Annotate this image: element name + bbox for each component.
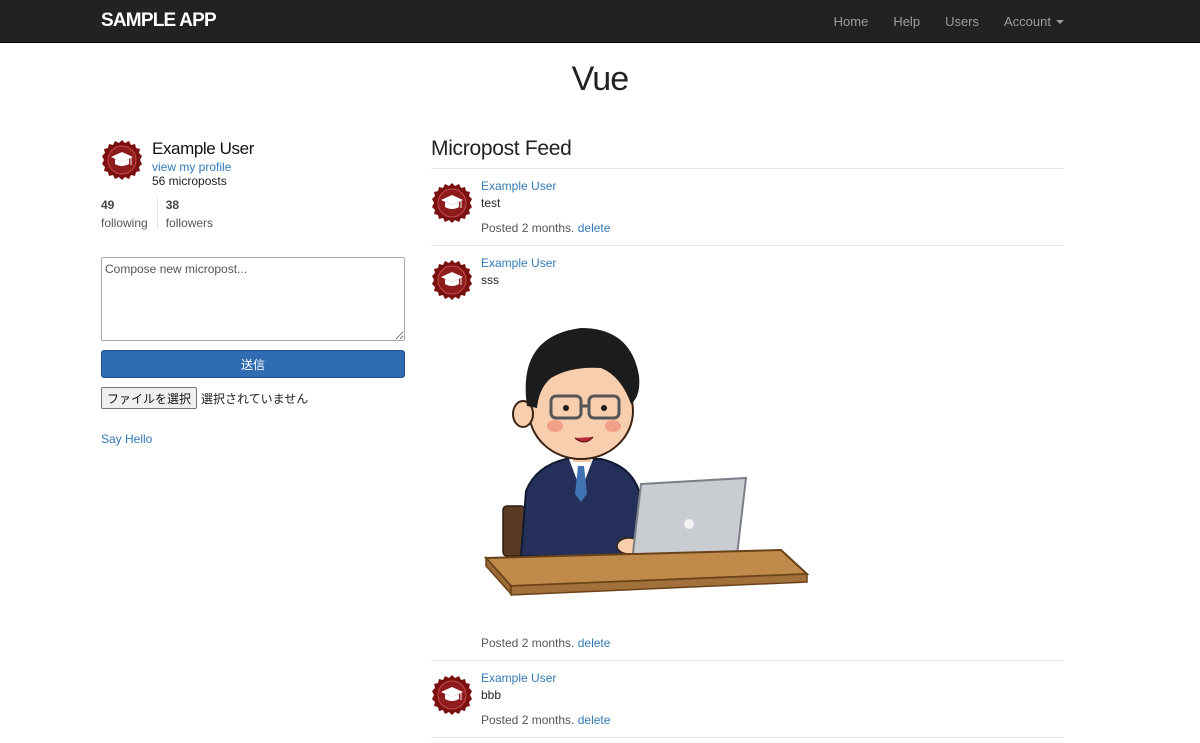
nav-home-link[interactable]: Home <box>834 14 869 29</box>
post-content: bbb <box>481 688 502 702</box>
feed-title: Micropost Feed <box>431 137 1064 169</box>
posted-text: Posted 2 months. <box>481 713 575 727</box>
say-hello-link[interactable]: Say Hello <box>101 432 152 446</box>
post-image-businessman-laptop <box>483 328 810 596</box>
navbar: SAMPLE APP Home Help Users Account <box>0 0 1200 43</box>
micropost-item: Example User sss Posted 2 months. delete <box>431 246 1064 661</box>
followers-label: followers <box>165 216 214 230</box>
caret-down-icon <box>1056 19 1064 24</box>
compose-micropost-input[interactable] <box>101 257 405 341</box>
file-upload-row: ファイルを選択 選択されていません <box>101 387 308 409</box>
sidebar: Example User view my profile 56 micropos… <box>101 134 406 446</box>
avatar-icon <box>432 675 472 715</box>
post-content: test <box>481 196 501 210</box>
nav-users-link[interactable]: Users <box>945 14 979 29</box>
nav-links: Home Help Users Account <box>809 0 1064 43</box>
nav-account-dropdown[interactable]: Account <box>1004 14 1064 29</box>
post-user-link[interactable]: Example User <box>481 256 556 270</box>
avatar-icon <box>432 260 472 300</box>
post-timestamp: Posted 2 months. delete <box>481 221 610 235</box>
post-content: sss <box>481 273 499 287</box>
following-count: 49 <box>101 198 115 212</box>
page-title: Vue <box>571 60 630 98</box>
posted-text: Posted 2 months. <box>481 636 575 650</box>
nav-help-link[interactable]: Help <box>893 14 920 29</box>
user-info: Example User view my profile 56 micropos… <box>101 134 406 194</box>
post-timestamp: Posted 2 months. delete <box>481 713 610 727</box>
user-stats: 49 following 38 followers <box>101 198 222 230</box>
post-user-link[interactable]: Example User <box>481 179 556 193</box>
file-status-text: 選択されていません <box>201 391 309 406</box>
followers-count: 38 <box>165 198 180 212</box>
submit-button[interactable]: 送信 <box>101 350 405 378</box>
nav-account-label: Account <box>1004 14 1051 29</box>
micropost-count: 56 microposts <box>152 174 227 188</box>
avatar-icon <box>432 183 472 223</box>
delete-post-link[interactable]: delete <box>578 221 611 235</box>
delete-post-link[interactable]: delete <box>578 636 611 650</box>
post-user-link[interactable]: Example User <box>481 671 556 685</box>
avatar-icon <box>102 140 142 180</box>
view-profile-link[interactable]: view my profile <box>152 160 231 174</box>
micropost-item: Example User bbb Posted 2 months. delete <box>431 661 1064 738</box>
user-name: Example User <box>152 139 254 158</box>
choose-file-button[interactable]: ファイルを選択 <box>101 387 198 409</box>
followers-stat-link[interactable]: 38 followers <box>156 198 222 230</box>
following-label: following <box>101 216 148 230</box>
micropost-feed: Micropost Feed Example User test Posted … <box>431 137 1064 738</box>
logo-link[interactable]: SAMPLE APP <box>101 10 217 32</box>
posted-text: Posted 2 months. <box>481 221 575 235</box>
following-stat-link[interactable]: 49 following <box>101 198 157 230</box>
post-timestamp: Posted 2 months. delete <box>481 636 610 650</box>
delete-post-link[interactable]: delete <box>578 713 611 727</box>
micropost-item: Example User test Posted 2 months. delet… <box>431 169 1064 246</box>
